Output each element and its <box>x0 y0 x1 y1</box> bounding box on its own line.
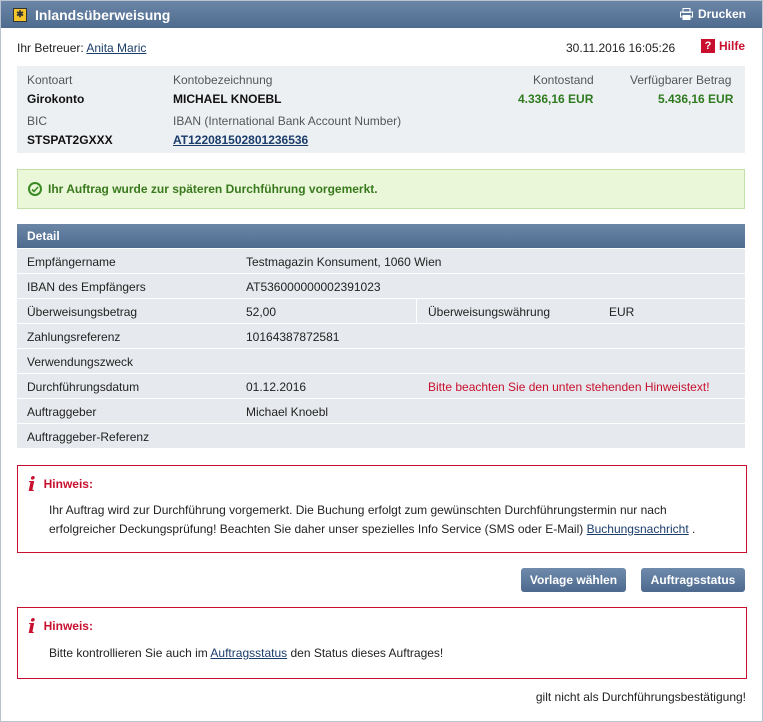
detail-row: Empfängername Testmagazin Konsument, 106… <box>17 249 745 274</box>
kontoart-label: Kontoart <box>27 73 73 87</box>
advisor-label: Ihr Betreuer: <box>17 41 84 55</box>
info-icon: i <box>28 472 36 496</box>
help-button[interactable]: ? Hilfe <box>700 39 745 53</box>
notice-text: Ihr Auftrag wird zur Durchführung vorgem… <box>49 501 695 539</box>
detail-label: Verwendungszweck <box>27 355 134 369</box>
notice-heading-text: Hinweis: <box>43 477 93 491</box>
detail-label: Empfängername <box>27 255 116 269</box>
success-text: Ihr Auftrag wurde zur späteren Durchführ… <box>48 182 378 196</box>
kontoart-value: Girokonto <box>27 92 85 106</box>
bank-logo-icon: ✱ <box>13 7 27 22</box>
detail-label-currency: Überweisungswährung <box>428 305 551 319</box>
detail-row: Auftraggeber Michael Knoebl <box>17 399 745 424</box>
detail-value: 01.12.2016 <box>246 380 307 394</box>
detail-label: Überweisungsbetrag <box>27 305 138 319</box>
detail-row: Auftraggeber-Referenz <box>17 424 745 449</box>
detail-label: IBAN des Empfängers <box>27 280 146 294</box>
buchungsnachricht-link[interactable]: Buchungsnachricht <box>587 522 689 536</box>
notice-line-text: erfolgreicher Deckungsprüfung! Beachten … <box>49 522 584 536</box>
meta-row: Ihr Betreuer: Anita Maric 30.11.2016 16:… <box>17 39 745 55</box>
detail-label: Durchführungsdatum <box>27 380 140 394</box>
detail-row: Durchführungsdatum 01.12.2016 Bitte beac… <box>17 374 745 399</box>
vorlage-waehlen-button[interactable]: Vorlage wählen <box>521 568 626 592</box>
detail-label: Auftraggeber-Referenz <box>27 430 150 444</box>
verfuegbar-label: Verfügbarer Betrag <box>630 73 732 87</box>
detail-value: 52,00 <box>246 305 277 319</box>
detail-row: Überweisungsbetrag 52,00 Überweisungswäh… <box>17 299 745 324</box>
iban-link[interactable]: AT122081502801236536 <box>173 133 308 147</box>
notice-line-end: . <box>692 522 696 536</box>
detail-value: 10164387872581 <box>246 330 340 344</box>
page-title: Inlandsüberweisung <box>35 6 171 23</box>
detail-value-currency: EUR <box>609 305 635 319</box>
notice-heading-text: Hinweis: <box>43 619 93 633</box>
notice-text-after: den Status dieses Auftrages! <box>290 646 444 660</box>
detail-row: Verwendungszweck <box>17 349 745 374</box>
notice-heading: i Hinweis: <box>28 614 93 638</box>
notice-line: erfolgreicher Deckungsprüfung! Beachten … <box>49 520 695 539</box>
cell-divider <box>416 299 417 324</box>
bic-label: BIC <box>27 114 48 128</box>
title-bar: ✱ Inlandsüberweisung Drucken <box>1 1 762 28</box>
account-summary: Kontoart Girokonto Kontobezeichnung MICH… <box>17 66 745 153</box>
success-message: Ihr Auftrag wurde zur späteren Durchführ… <box>17 169 745 209</box>
print-label: Drucken <box>697 7 746 21</box>
print-button[interactable]: Drucken <box>679 7 746 21</box>
help-icon: ? <box>700 39 715 53</box>
detail-label: Zahlungsreferenz <box>27 330 121 344</box>
check-circle-icon <box>28 182 42 196</box>
auftragsstatus-button[interactable]: Auftragsstatus <box>641 568 745 592</box>
timestamp: 30.11.2016 16:05:26 <box>566 41 676 55</box>
notice-text: Bitte kontrollieren Sie auch im Auftrags… <box>49 644 443 663</box>
kontostand-label: Kontostand <box>533 73 594 87</box>
bic-value: STSPAT2GXXX <box>27 133 113 147</box>
detail-heading: Detail <box>17 224 745 248</box>
advisor-link[interactable]: Anita Maric <box>86 41 146 55</box>
footer-note: gilt nicht als Durchführungsbestätigung! <box>535 690 746 704</box>
detail-value: Michael Knoebl <box>246 405 329 419</box>
detail-value: AT536000000002391023 <box>246 280 381 294</box>
notice-text-before: Bitte kontrollieren Sie auch im <box>49 646 208 660</box>
notice-line: Ihr Auftrag wird zur Durchführung vorgem… <box>49 503 667 517</box>
detail-value: Testmagazin Konsument, 1060 Wien <box>246 255 442 269</box>
auftragsstatus-link[interactable]: Auftragsstatus <box>210 646 287 660</box>
detail-table: Empfängername Testmagazin Konsument, 106… <box>17 249 745 449</box>
date-warning: Bitte beachten Sie den unten stehenden H… <box>428 380 710 394</box>
verfuegbar-value: 5.436,16 EUR <box>658 92 734 106</box>
iban-label: IBAN (International Bank Account Number) <box>173 114 402 128</box>
help-label: Hilfe <box>718 39 745 53</box>
info-icon: i <box>28 614 36 638</box>
advisor: Ihr Betreuer: Anita Maric <box>17 41 146 55</box>
detail-row: Zahlungsreferenz 10164387872581 <box>17 324 745 349</box>
kontobezeichnung-value: MICHAEL KNOEBL <box>173 92 282 106</box>
kontostand-value: 4.336,16 EUR <box>518 92 594 106</box>
notice-box: i Hinweis: Ihr Auftrag wird zur Durchfüh… <box>17 465 747 553</box>
printer-icon <box>679 8 693 20</box>
kontobezeichnung-label: Kontobezeichnung <box>173 73 273 87</box>
detail-row: IBAN des Empfängers AT536000000002391023 <box>17 274 745 299</box>
notice-box: i Hinweis: Bitte kontrollieren Sie auch … <box>17 607 747 679</box>
notice-heading: i Hinweis: <box>28 472 93 496</box>
detail-label: Auftraggeber <box>27 405 97 419</box>
